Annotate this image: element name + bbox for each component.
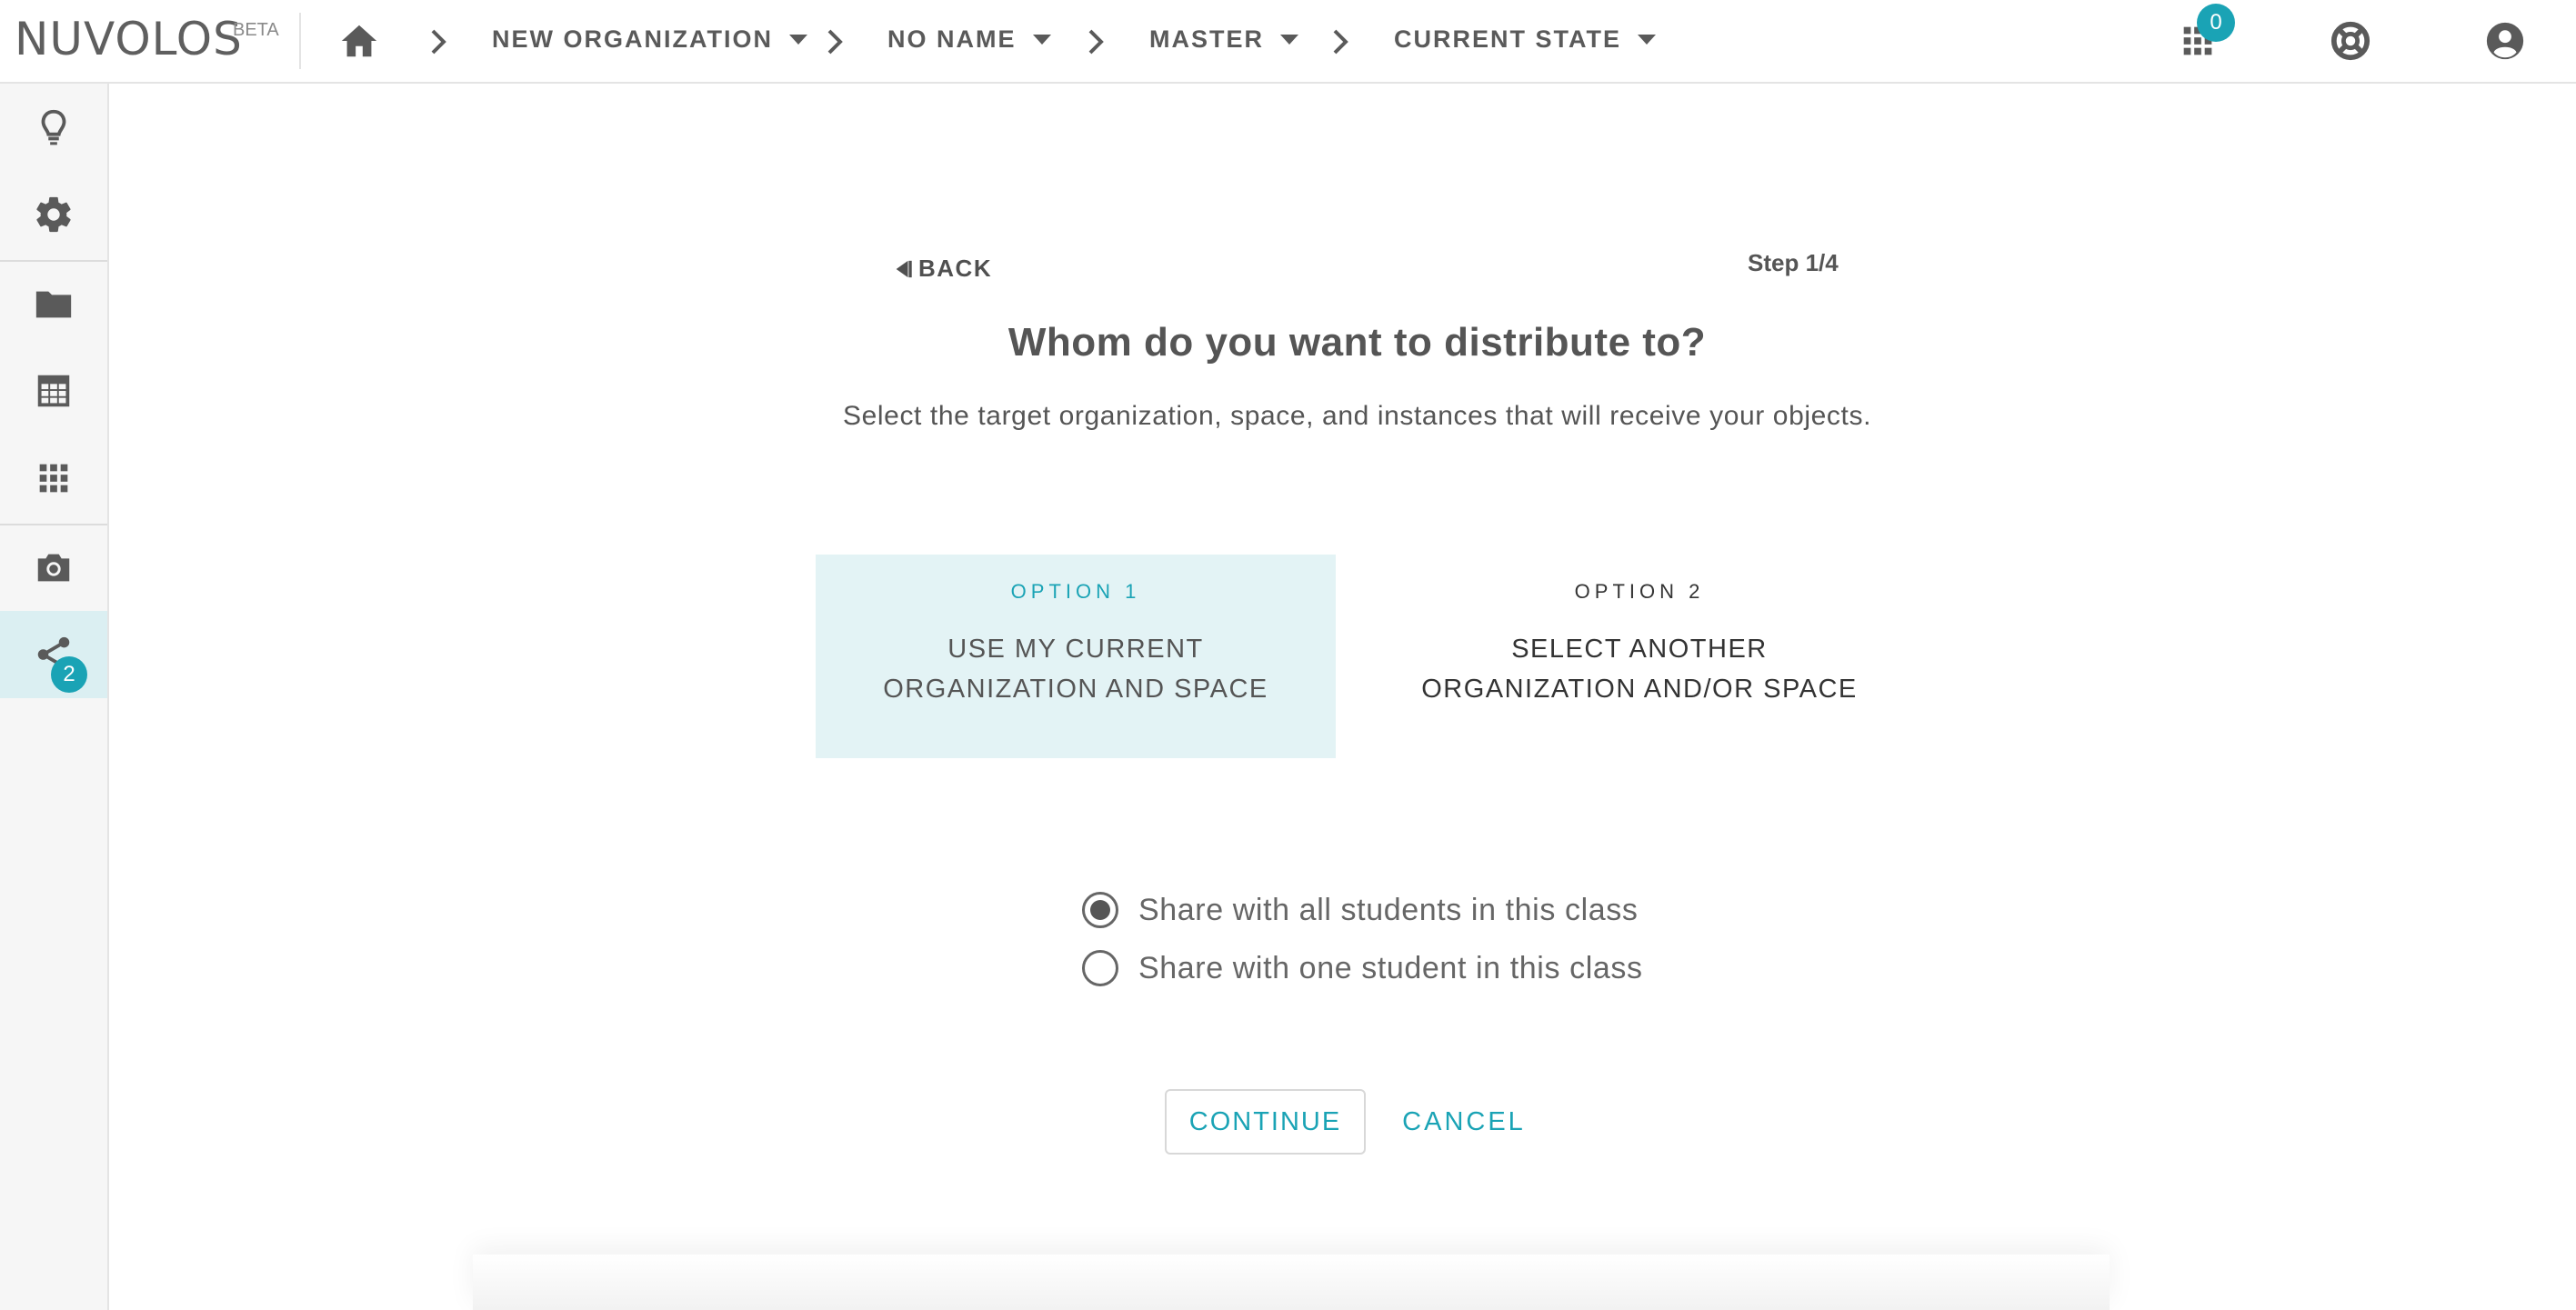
option-2-text: SELECT ANOTHER ORGANIZATION AND/OR SPACE: [1421, 635, 1858, 704]
option-1-text: USE MY CURRENT ORGANIZATION AND SPACE: [883, 635, 1268, 704]
support-lifebuoy-icon[interactable]: [2330, 20, 2371, 62]
back-button[interactable]: BACK: [893, 255, 992, 283]
chevron-right-icon: [1333, 29, 1348, 55]
distribute-count-badge: 2: [51, 656, 87, 693]
beta-label: BETA: [233, 20, 279, 40]
chevron-right-icon: [827, 29, 843, 55]
back-arrow-icon: [896, 260, 912, 277]
account-icon[interactable]: [2484, 20, 2526, 62]
logo-divider: [299, 13, 301, 69]
caret-down-icon: [788, 35, 807, 45]
radio-dot: [1090, 900, 1110, 920]
breadcrumb-space-label: NO NAME: [887, 25, 1017, 53]
radio-share-all[interactable]: Share with all students in this class: [1082, 892, 1638, 928]
page-subtitle: Select the target organization, space, a…: [843, 401, 1871, 431]
chevron-right-icon: [431, 29, 446, 55]
breadcrumb-organization-label: NEW ORGANIZATION: [492, 25, 773, 53]
breadcrumb-instance-label: MASTER: [1149, 25, 1264, 53]
sidebar-item-settings[interactable]: [0, 171, 107, 258]
breadcrumb-organization[interactable]: NEW ORGANIZATION: [492, 25, 807, 54]
caret-down-icon: [1280, 35, 1298, 45]
home-icon[interactable]: [338, 20, 380, 62]
option-current-org[interactable]: OPTION 1 USE MY CURRENT ORGANIZATION AND…: [816, 555, 1336, 758]
cancel-button[interactable]: CANCEL: [1391, 1089, 1537, 1155]
breadcrumb-snapshot-label: CURRENT STATE: [1394, 25, 1621, 53]
apps-count-badge: 0: [2197, 4, 2235, 42]
radio-share-all-label: Share with all students in this class: [1138, 892, 1639, 927]
continue-button[interactable]: CONTINUE: [1165, 1089, 1366, 1155]
back-label: BACK: [918, 255, 993, 282]
option-2-label: OPTION 2: [1574, 580, 1705, 603]
sidebar-item-distribute[interactable]: 2: [0, 611, 107, 698]
sidebar-item-applications[interactable]: [0, 435, 107, 522]
radio-share-one-label: Share with one student in this class: [1138, 950, 1643, 985]
sidebar: 2: [0, 84, 109, 1310]
chevron-right-icon: [1088, 29, 1104, 55]
radio-button-checked[interactable]: [1082, 892, 1118, 928]
step-indicator: Step 1/4: [1748, 249, 1839, 276]
breadcrumb-space[interactable]: NO NAME: [887, 25, 1051, 54]
option-another-org[interactable]: OPTION 2 SELECT ANOTHER ORGANIZATION AND…: [1379, 555, 1899, 758]
caret-down-icon: [1638, 35, 1656, 45]
caret-down-icon: [1032, 35, 1051, 45]
app-logo[interactable]: NUVOLOS: [15, 13, 243, 65]
gear-icon: [36, 196, 71, 233]
camera-icon: [37, 554, 70, 582]
breadcrumb-instance[interactable]: MASTER: [1149, 25, 1298, 54]
radio-button-unchecked[interactable]: [1082, 950, 1118, 986]
option-1-label: OPTION 1: [1010, 580, 1141, 603]
top-bar: NUVOLOS BETA NEW ORGANIZATION NO NAME MA…: [0, 0, 2576, 84]
page-title: Whom do you want to distribute to?: [1007, 320, 1707, 365]
folder-icon: [35, 291, 72, 318]
sidebar-item-snapshots[interactable]: [0, 524, 107, 611]
radio-share-one[interactable]: Share with one student in this class: [1082, 950, 1643, 986]
apps-grid-icon: [39, 464, 68, 493]
bottom-panel-edge: [473, 1255, 2110, 1310]
breadcrumb-snapshot[interactable]: CURRENT STATE: [1394, 25, 1656, 54]
lightbulb-icon: [41, 109, 66, 145]
sidebar-item-dashboard[interactable]: [0, 84, 107, 171]
